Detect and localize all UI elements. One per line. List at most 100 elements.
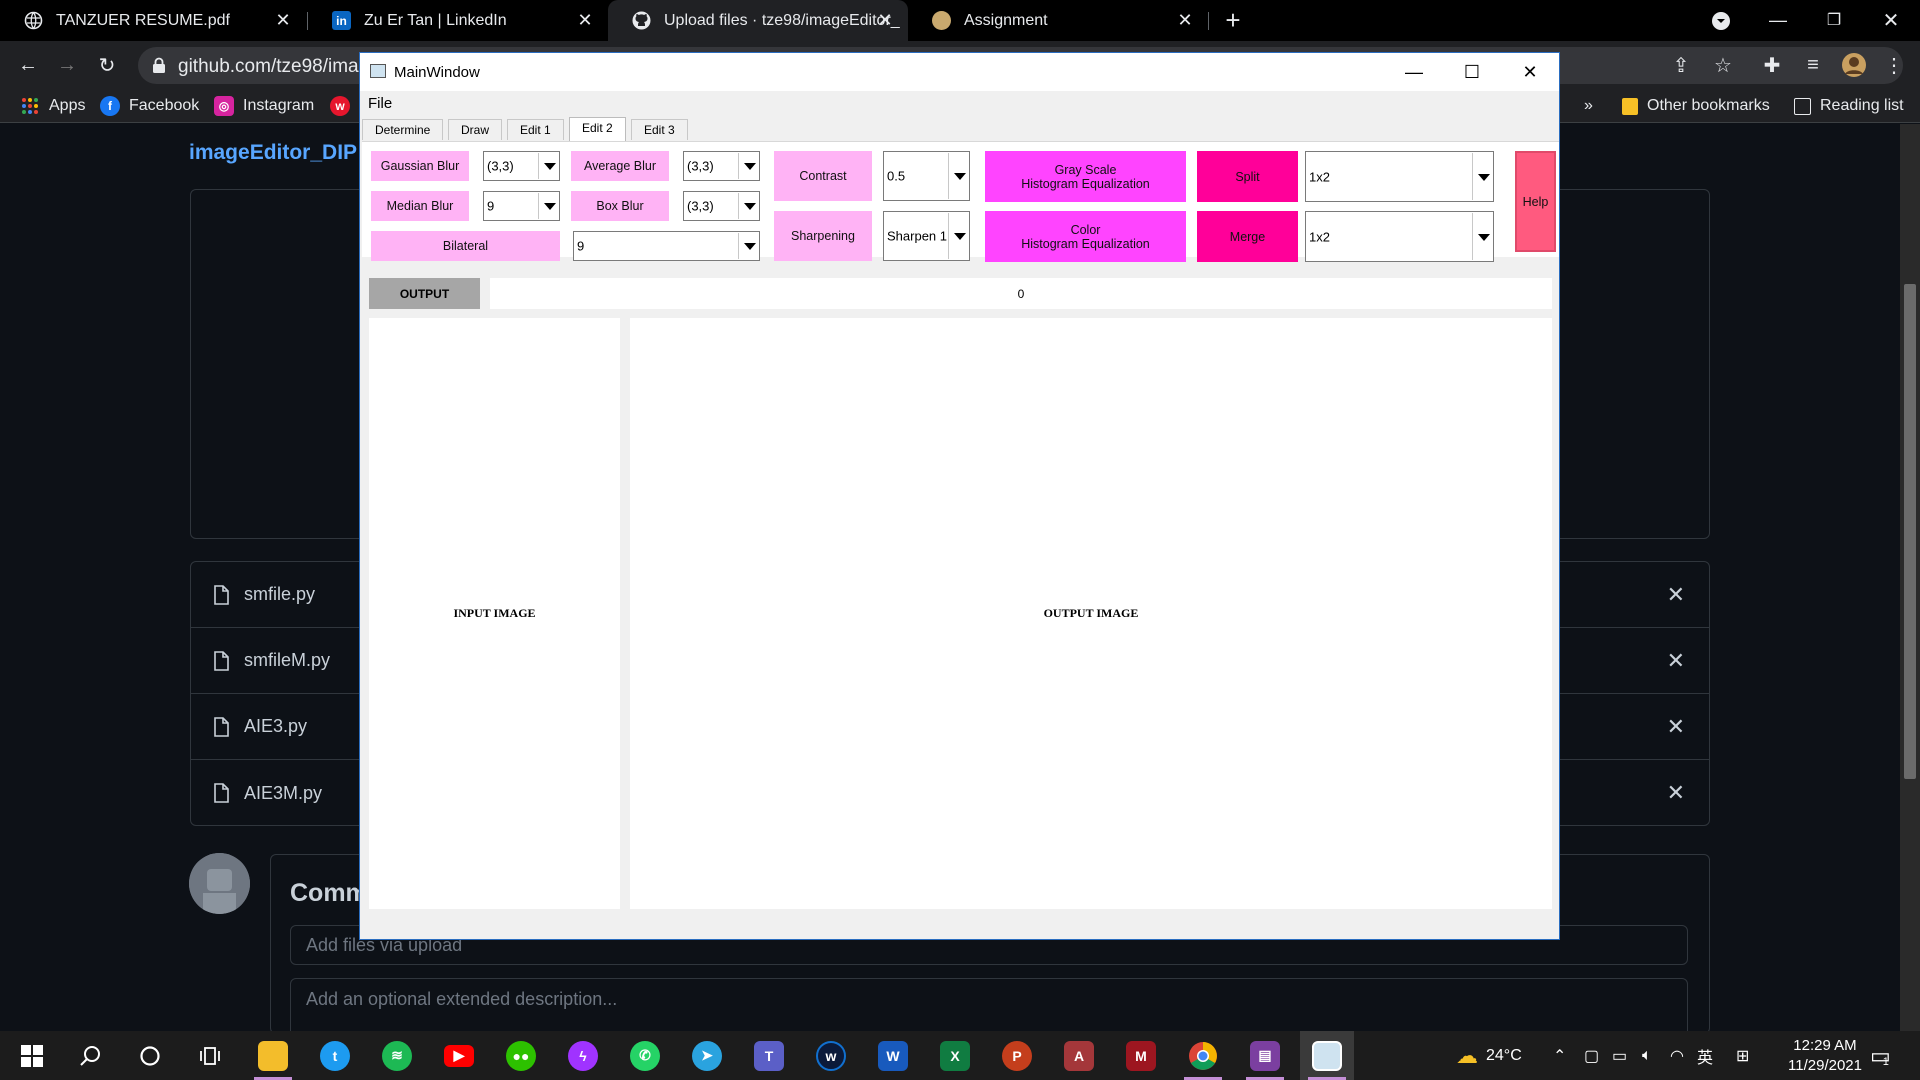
remove-file-icon[interactable]: ✕ — [1667, 714, 1685, 740]
bookmark-weibo[interactable]: w — [330, 94, 359, 118]
page-scrollbar[interactable] — [1900, 124, 1920, 1031]
access-app[interactable]: A — [1052, 1031, 1106, 1080]
bookmark-other[interactable]: Other bookmarks — [1622, 94, 1770, 118]
teams-app[interactable]: T — [742, 1031, 796, 1080]
scrollbar-thumb[interactable] — [1904, 284, 1916, 779]
contrast-select[interactable]: 0.5 — [883, 151, 970, 201]
webex-app[interactable]: w — [804, 1031, 858, 1080]
start-button[interactable] — [5, 1031, 59, 1080]
repo-breadcrumb[interactable]: imageEditor_DIP / — [189, 141, 374, 165]
share-icon[interactable]: ⇪ — [1667, 51, 1695, 79]
window-titlebar[interactable]: MainWindow — ☐ ✕ — [360, 53, 1559, 91]
close-window-icon[interactable]: ✕ — [1877, 6, 1905, 34]
average-blur-button[interactable]: Average Blur — [571, 151, 669, 181]
mendeley-app[interactable]: M — [1114, 1031, 1168, 1080]
help-button[interactable]: Help — [1515, 151, 1556, 252]
reading-list[interactable]: Reading list — [1794, 94, 1904, 118]
browser-tab-resume[interactable]: TANZUER RESUME.pdf ✕ — [0, 0, 306, 41]
tab-edit-1[interactable]: Edit 1 — [507, 119, 564, 140]
bilateral-select[interactable]: 9 — [573, 231, 760, 261]
volume-icon[interactable]: 🔈︎ — [1642, 1031, 1652, 1080]
close-icon[interactable]: ✕ — [1501, 53, 1559, 91]
average-kernel-select[interactable]: (3,3) — [683, 151, 760, 181]
chevron-down-icon[interactable] — [538, 193, 558, 219]
excel-app[interactable]: X — [928, 1031, 982, 1080]
output-image-pane[interactable]: OUTPUT IMAGE — [630, 318, 1552, 909]
browser-tab-github[interactable]: Upload files · tze98/imageEditor_ ✕ — [608, 0, 908, 41]
browser-tab-assignment[interactable]: Assignment ✕ — [908, 0, 1208, 41]
restore-icon[interactable]: ❐ — [1820, 6, 1848, 34]
close-icon[interactable]: ✕ — [576, 11, 594, 29]
powerpoint-app[interactable]: P — [990, 1031, 1044, 1080]
file-explorer-app[interactable] — [246, 1031, 300, 1080]
median-blur-button[interactable]: Median Blur — [371, 191, 469, 221]
gaussian-blur-button[interactable]: Gaussian Blur — [371, 151, 469, 181]
bookmarks-overflow[interactable]: » — [1584, 94, 1593, 118]
search-button[interactable] — [63, 1031, 117, 1080]
cortana-button[interactable] — [123, 1031, 177, 1080]
merge-layout-select[interactable]: 1x2 — [1305, 211, 1494, 262]
chevron-down-icon[interactable] — [538, 153, 558, 179]
reload-icon[interactable]: ↻ — [93, 51, 121, 79]
browser-tab-linkedin[interactable]: in Zu Er Tan | LinkedIn ✕ — [308, 0, 608, 41]
browser-menu-icon[interactable]: ⋮ — [1880, 51, 1908, 79]
media-control-icon[interactable]: ≡ — [1799, 51, 1827, 79]
bookmark-star-icon[interactable]: ☆ — [1709, 51, 1737, 79]
battery-icon[interactable]: ▭ — [1612, 1031, 1627, 1080]
maximize-icon[interactable]: ☐ — [1443, 53, 1501, 91]
tab-determine[interactable]: Determine — [362, 119, 444, 140]
spotify-app[interactable]: ≋ — [370, 1031, 424, 1080]
remove-file-icon[interactable]: ✕ — [1667, 780, 1685, 806]
sharpening-button[interactable]: Sharpening — [774, 211, 872, 261]
profile-avatar[interactable] — [1840, 51, 1868, 79]
sharpening-select[interactable]: Sharpen 1 — [883, 211, 970, 261]
weather-widget[interactable]: ☁ 24°C — [1456, 1031, 1522, 1080]
wechat-app[interactable]: ●● — [494, 1031, 548, 1080]
wifi-icon[interactable]: ◠ — [1670, 1031, 1684, 1080]
chevron-down-icon[interactable] — [738, 153, 758, 179]
bilateral-button[interactable]: Bilateral — [371, 231, 560, 261]
telegram-app[interactable]: ➤ — [680, 1031, 734, 1080]
input-method-indicator[interactable]: 英 — [1697, 1031, 1713, 1080]
chrome-app[interactable] — [1176, 1031, 1230, 1080]
task-view-button[interactable] — [183, 1031, 237, 1080]
action-center-button[interactable]: ▭ 1 — [1870, 1031, 1891, 1080]
system-clock[interactable]: 12:29 AM 11/29/2021 — [1770, 1031, 1880, 1080]
chevron-down-icon[interactable] — [738, 233, 758, 259]
repo-link[interactable]: imageEditor_DIP — [189, 141, 357, 164]
merge-button[interactable]: Merge — [1197, 211, 1298, 262]
box-blur-button[interactable]: Box Blur — [571, 191, 669, 221]
box-kernel-select[interactable]: (3,3) — [683, 191, 760, 221]
close-icon[interactable]: ✕ — [274, 11, 292, 29]
remove-file-icon[interactable]: ✕ — [1667, 582, 1685, 608]
median-kernel-select[interactable]: 9 — [483, 191, 560, 221]
tab-edit-2[interactable]: Edit 2 — [569, 117, 626, 141]
bookmark-instagram[interactable]: ◎ Instagram — [214, 94, 314, 118]
tab-draw[interactable]: Draw — [448, 119, 503, 140]
chevron-down-icon[interactable] — [738, 193, 758, 219]
bookmark-facebook[interactable]: f Facebook — [100, 94, 199, 118]
tab-edit-3[interactable]: Edit 3 — [631, 119, 688, 140]
minimize-icon[interactable]: — — [1385, 53, 1443, 91]
chevron-down-icon[interactable] — [948, 213, 968, 259]
input-image-pane[interactable]: INPUT IMAGE — [369, 318, 620, 909]
close-icon[interactable]: ✕ — [876, 11, 894, 29]
twitter-app[interactable]: t — [308, 1031, 362, 1080]
forward-icon[interactable]: → — [53, 51, 81, 79]
meet-now-icon[interactable]: ▢ — [1584, 1031, 1599, 1080]
python-window-app[interactable] — [1300, 1031, 1354, 1080]
show-hidden-icons[interactable]: ⌃ — [1553, 1031, 1566, 1080]
chevron-down-icon[interactable] — [948, 153, 968, 199]
chevron-down-icon[interactable] — [1472, 153, 1492, 200]
word-app[interactable]: W — [866, 1031, 920, 1080]
close-icon[interactable]: ✕ — [1176, 11, 1194, 29]
chevron-down-icon[interactable] — [1472, 213, 1492, 260]
tab-search-icon[interactable] — [1707, 7, 1735, 35]
bookmark-apps[interactable]: Apps — [20, 94, 85, 118]
minimize-icon[interactable]: — — [1764, 6, 1792, 34]
back-icon[interactable]: ← — [14, 51, 42, 79]
menu-file[interactable]: File — [368, 95, 392, 112]
color-histogram-equalization-button[interactable]: Color Histogram Equalization — [985, 211, 1186, 262]
split-layout-select[interactable]: 1x2 — [1305, 151, 1494, 202]
contrast-button[interactable]: Contrast — [774, 151, 872, 201]
